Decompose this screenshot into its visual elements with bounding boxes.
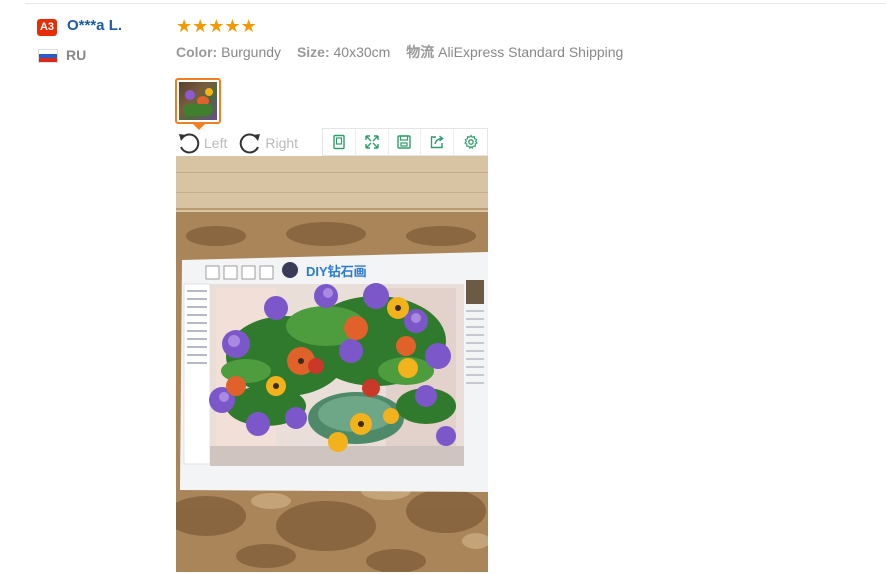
- shipping-label: 物流: [406, 44, 435, 60]
- thumbnail-image: [179, 82, 217, 120]
- canvas-logo-text: DIY钻石画: [306, 264, 367, 279]
- shipping-value: AliExpress Standard Shipping: [438, 44, 624, 60]
- save-icon: [397, 135, 412, 149]
- settings-button[interactable]: [454, 129, 487, 155]
- rotate-controls: Left Right: [176, 130, 298, 156]
- color-label: Color:: [176, 44, 218, 60]
- rotate-left-icon: [179, 133, 200, 154]
- original-size-icon: [333, 134, 345, 150]
- color-value: Burgundy: [221, 44, 282, 60]
- rotate-right-label: Right: [265, 135, 299, 151]
- share-icon: [431, 135, 444, 149]
- star-icon: ★: [192, 16, 209, 36]
- image-toolbar: [322, 128, 488, 156]
- share-button[interactable]: [421, 129, 455, 155]
- review-photo-image: DIY钻石画: [176, 156, 488, 572]
- order-specs: Color: Burgundy Size: 40x30cm 物流 AliExpr…: [176, 42, 623, 62]
- settings-icon: [463, 134, 478, 150]
- rotate-right-button[interactable]: Right: [237, 131, 298, 155]
- reviewer-name[interactable]: O***a L.: [67, 17, 122, 34]
- fullscreen-button[interactable]: [356, 129, 389, 155]
- star-icon: ★: [208, 16, 225, 36]
- fullscreen-icon: [364, 135, 379, 149]
- rotate-right-icon: [240, 133, 261, 154]
- size-value: 40x30cm: [333, 44, 391, 60]
- review-photo-thumbnail[interactable]: [175, 78, 221, 124]
- size-label: Size:: [296, 44, 330, 60]
- review-photo[interactable]: DIY钻石画: [176, 156, 488, 572]
- rotate-left-label: Left: [204, 135, 228, 151]
- rotate-left-button[interactable]: Left: [176, 131, 227, 155]
- star-icon: ★: [224, 16, 241, 36]
- star-icon: ★: [176, 16, 193, 36]
- reviewer-country: RU: [66, 47, 87, 63]
- rating-stars: ★ ★ ★ ★ ★: [176, 16, 257, 36]
- buyer-level-badge: A3: [37, 19, 57, 36]
- russia-flag-icon: [38, 49, 58, 63]
- divider: [25, 3, 886, 4]
- save-image-button[interactable]: [389, 129, 422, 155]
- original-size-button[interactable]: [323, 129, 356, 155]
- star-icon: ★: [240, 16, 257, 36]
